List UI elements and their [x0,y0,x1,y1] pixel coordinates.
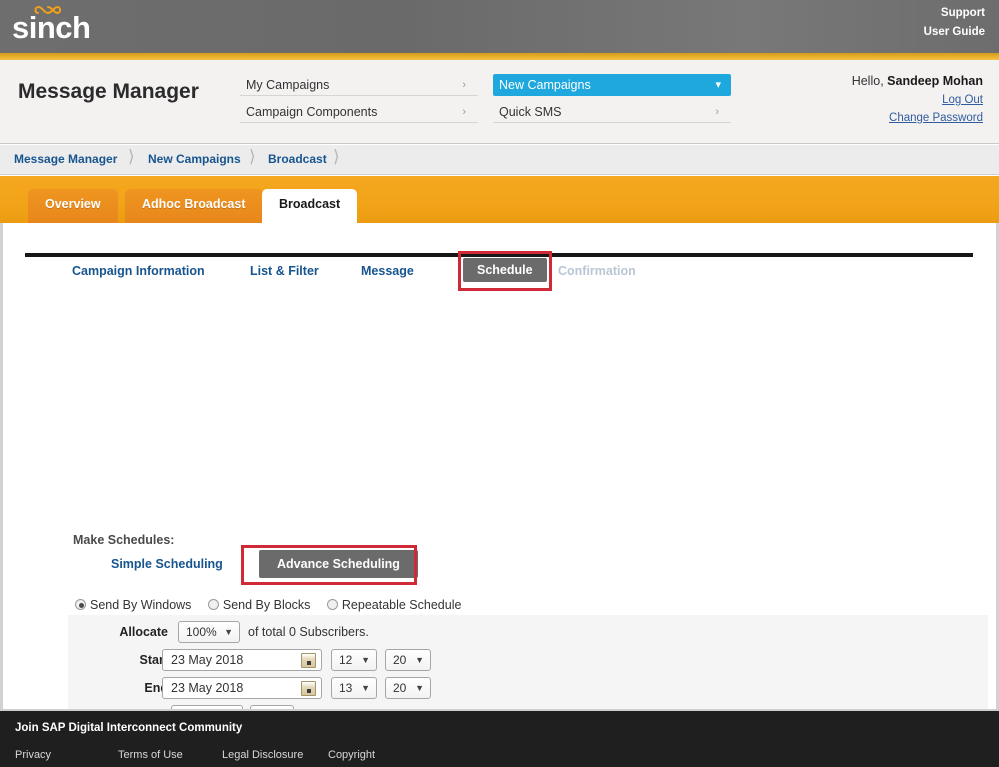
start-minute-select[interactable]: 20 ▼ [385,649,431,671]
step-message[interactable]: Message [361,264,414,278]
make-schedules-label: Make Schedules: [73,533,174,547]
chevron-down-icon: ▼ [415,678,424,699]
end-minute-value: 20 [393,681,406,695]
menu-item-label: New Campaigns [499,78,591,92]
end-date-input[interactable]: 23 May 2018 [162,677,322,699]
menu-item-quick-sms[interactable]: Quick SMS › [493,101,731,123]
tab-adhoc-broadcast[interactable]: Adhoc Broadcast [125,189,263,223]
send-mode-radio-group: Send By Windows Send By Blocks Repeatabl… [75,596,473,614]
logout-link[interactable]: Log Out [852,91,983,109]
end-row: End 23 May 2018 13 ▼ 20 ▼ [68,676,568,701]
radio-send-by-windows[interactable]: Send By Windows [75,598,191,612]
page-title: Message Manager [18,80,199,104]
radio-indicator-icon [327,599,338,610]
radio-label: Send By Windows [90,598,191,612]
breadcrumb-separator-icon: ⟩ [128,147,135,167]
support-link[interactable]: Support [924,4,985,23]
menu-item-label: Quick SMS [499,105,562,119]
breadcrumb-separator-icon: ⟩ [333,147,340,167]
chevron-down-icon: ▼ [224,622,233,643]
breadcrumb-item-message-manager[interactable]: Message Manager [14,152,117,166]
start-label: Start [68,648,168,673]
global-topbar: sinch Support User Guide [0,0,999,53]
step-list-and-filter[interactable]: List & Filter [250,264,319,278]
menu-item-campaign-components[interactable]: Campaign Components › [240,101,478,123]
tab-overview[interactable]: Overview [28,189,118,223]
step-schedule[interactable]: Schedule [463,258,547,282]
radio-indicator-icon [75,599,86,610]
menu-column-left: My Campaigns › Campaign Components › [240,74,478,128]
sinch-wordmark: sinch [12,12,90,43]
allocate-select[interactable]: 100% ▼ [178,621,240,643]
advance-scheduling-button[interactable]: Advance Scheduling [259,550,418,578]
start-date-input[interactable]: 23 May 2018 [162,649,322,671]
content-panel: Campaign Information List & Filter Messa… [0,223,999,709]
sinch-logo[interactable]: sinch [8,2,118,50]
start-minute-value: 20 [393,653,406,667]
radio-send-by-blocks[interactable]: Send By Blocks [208,598,311,612]
start-date-value: 23 May 2018 [171,653,243,667]
tab-bar: Overview Adhoc Broadcast Broadcast [0,176,999,223]
footer-link-privacy[interactable]: Privacy [15,749,51,761]
radio-label: Repeatable Schedule [342,598,462,612]
user-area: Hello, Sandeep Mohan Log Out Change Pass… [852,72,983,127]
menu-column-right: New Campaigns ▾ Quick SMS › [493,74,731,128]
calendar-icon[interactable] [301,681,316,696]
allocate-value: 100% [186,625,217,639]
user-guide-link[interactable]: User Guide [924,23,985,42]
orange-divider [0,53,999,60]
step-campaign-information[interactable]: Campaign Information [72,264,205,278]
chevron-down-icon: ▼ [415,650,424,671]
start-hour-select[interactable]: 12 ▼ [331,649,377,671]
greeting-prefix: Hello, [852,74,884,88]
start-hour-value: 12 [339,653,352,667]
tab-broadcast[interactable]: Broadcast [262,189,357,223]
topbar-links: Support User Guide [924,4,985,42]
menu-item-label: My Campaigns [246,78,329,92]
end-date-value: 23 May 2018 [171,681,243,695]
app-window: sinch Support User Guide Message Manager… [0,0,999,767]
allocate-row: Allocate 100% ▼ of total 0 Subscribers. [68,620,568,645]
breadcrumb: Message Manager ⟩ New Campaigns ⟩ Broadc… [0,145,999,175]
menu-item-my-campaigns[interactable]: My Campaigns › [240,74,478,96]
simple-scheduling-link[interactable]: Simple Scheduling [111,557,223,571]
menu-item-new-campaigns[interactable]: New Campaigns ▾ [493,74,731,96]
breadcrumb-separator-icon: ⟩ [249,147,256,167]
calendar-icon[interactable] [301,653,316,668]
end-hour-value: 13 [339,681,352,695]
chevron-right-icon: › [715,101,719,123]
chevron-down-icon: ▼ [361,650,370,671]
end-hour-select[interactable]: 13 ▼ [331,677,377,699]
user-name: Sandeep Mohan [887,74,983,88]
footer-link-copyright[interactable]: Copyright [328,749,375,761]
radio-label: Send By Blocks [223,598,311,612]
end-minute-select[interactable]: 20 ▼ [385,677,431,699]
app-header: Message Manager My Campaigns › Campaign … [0,60,999,144]
chevron-right-icon: › [462,74,466,96]
menu-item-label: Campaign Components [246,105,377,119]
start-row: Start 23 May 2018 12 ▼ 20 ▼ [68,648,568,673]
radio-repeatable-schedule[interactable]: Repeatable Schedule [327,598,462,612]
page-footer: Join SAP Digital Interconnect Community … [0,709,999,767]
user-greeting: Hello, Sandeep Mohan [852,72,983,91]
step-nav: Campaign Information List & Filter Messa… [25,261,973,291]
change-password-link[interactable]: Change Password [852,109,983,127]
section-divider [25,253,973,257]
breadcrumb-item-new-campaigns[interactable]: New Campaigns [148,152,241,166]
radio-indicator-icon [208,599,219,610]
footer-link-terms-of-use[interactable]: Terms of Use [118,749,183,761]
allocate-suffix: of total 0 Subscribers. [248,620,369,645]
chevron-down-icon: ▾ [715,74,721,96]
chevron-right-icon: › [462,101,466,123]
end-label: End [68,676,168,701]
footer-link-legal-disclosure[interactable]: Legal Disclosure [222,749,303,761]
community-link[interactable]: Join SAP Digital Interconnect Community [15,722,242,734]
step-confirmation: Confirmation [558,264,636,278]
chevron-down-icon: ▼ [361,678,370,699]
breadcrumb-item-broadcast[interactable]: Broadcast [268,152,327,166]
allocate-label: Allocate [68,620,168,645]
